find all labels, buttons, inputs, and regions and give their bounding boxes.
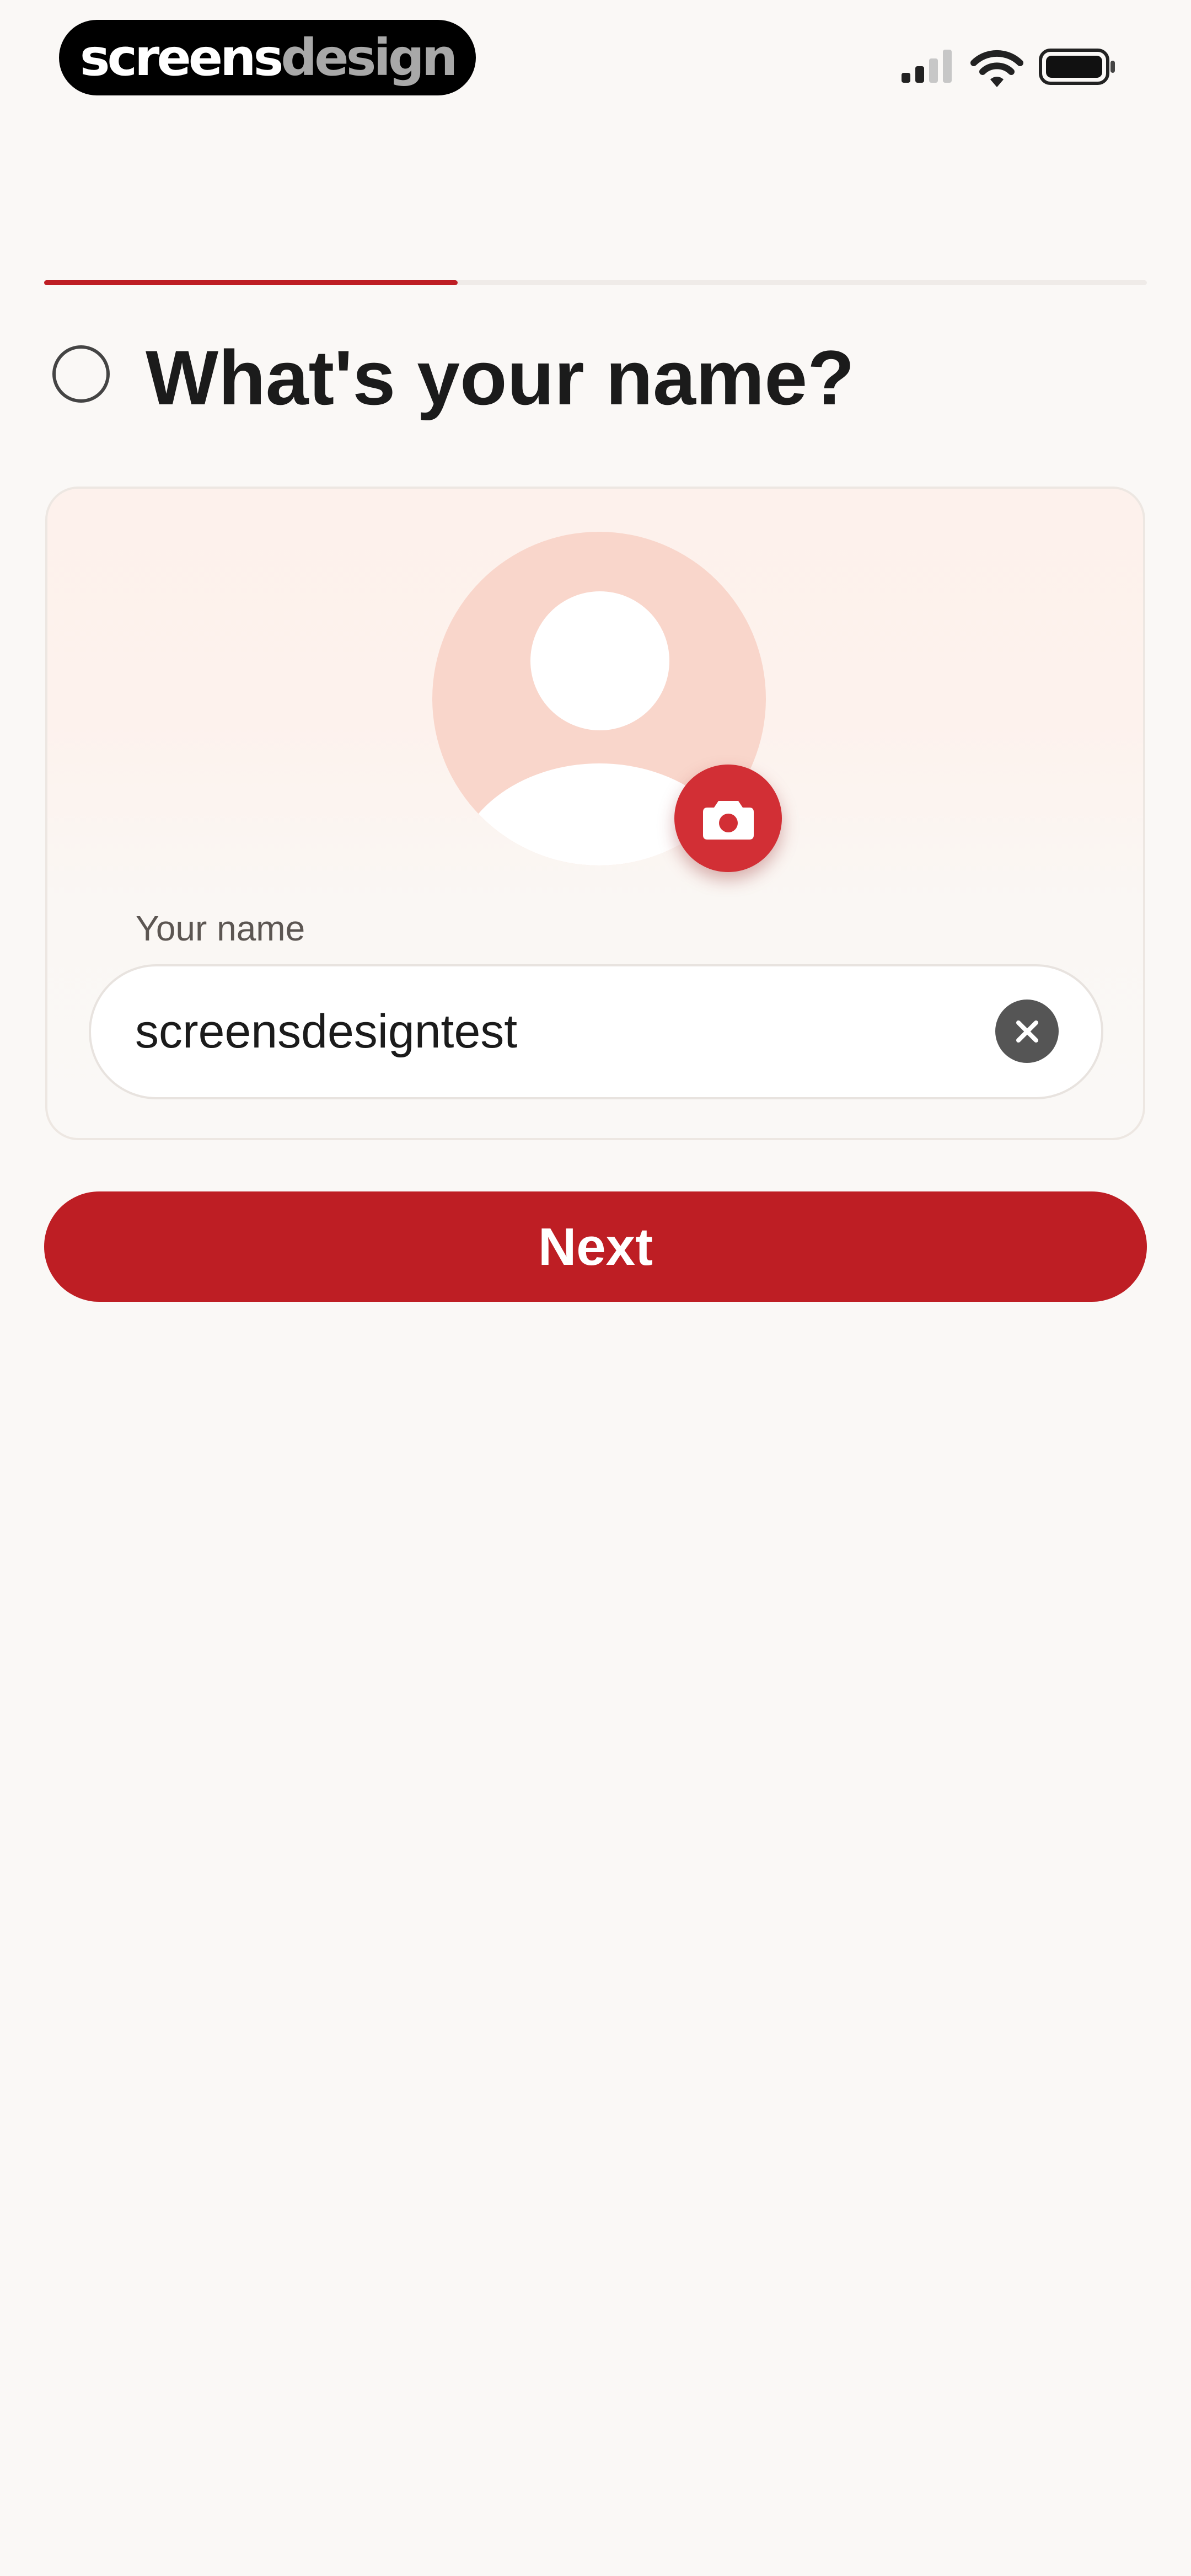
progress-fill xyxy=(44,280,458,285)
page-title: What's your name? xyxy=(146,334,855,421)
cellular-signal-icon xyxy=(902,50,952,83)
brand-text-part-b: design xyxy=(281,28,458,87)
brand-text-part-a: screens xyxy=(79,28,284,87)
profile-card: Your name xyxy=(45,487,1145,1140)
camera-icon xyxy=(702,800,754,840)
onboarding-progress-bar xyxy=(44,280,1147,285)
wifi-icon xyxy=(970,50,1023,87)
clear-name-button[interactable] xyxy=(995,1000,1059,1063)
name-input[interactable] xyxy=(135,966,962,1097)
battery-icon xyxy=(1039,49,1115,85)
clear-x-icon xyxy=(1016,1020,1038,1043)
status-bar-icons xyxy=(899,45,1119,89)
brand-watermark: screens design xyxy=(59,20,476,95)
name-field-label: Your name xyxy=(136,908,305,948)
name-field xyxy=(89,964,1103,1099)
avatar-head xyxy=(530,591,669,730)
radio-unchecked-icon xyxy=(52,345,110,403)
next-button[interactable]: Next xyxy=(44,1191,1147,1302)
change-photo-button[interactable] xyxy=(674,765,782,872)
